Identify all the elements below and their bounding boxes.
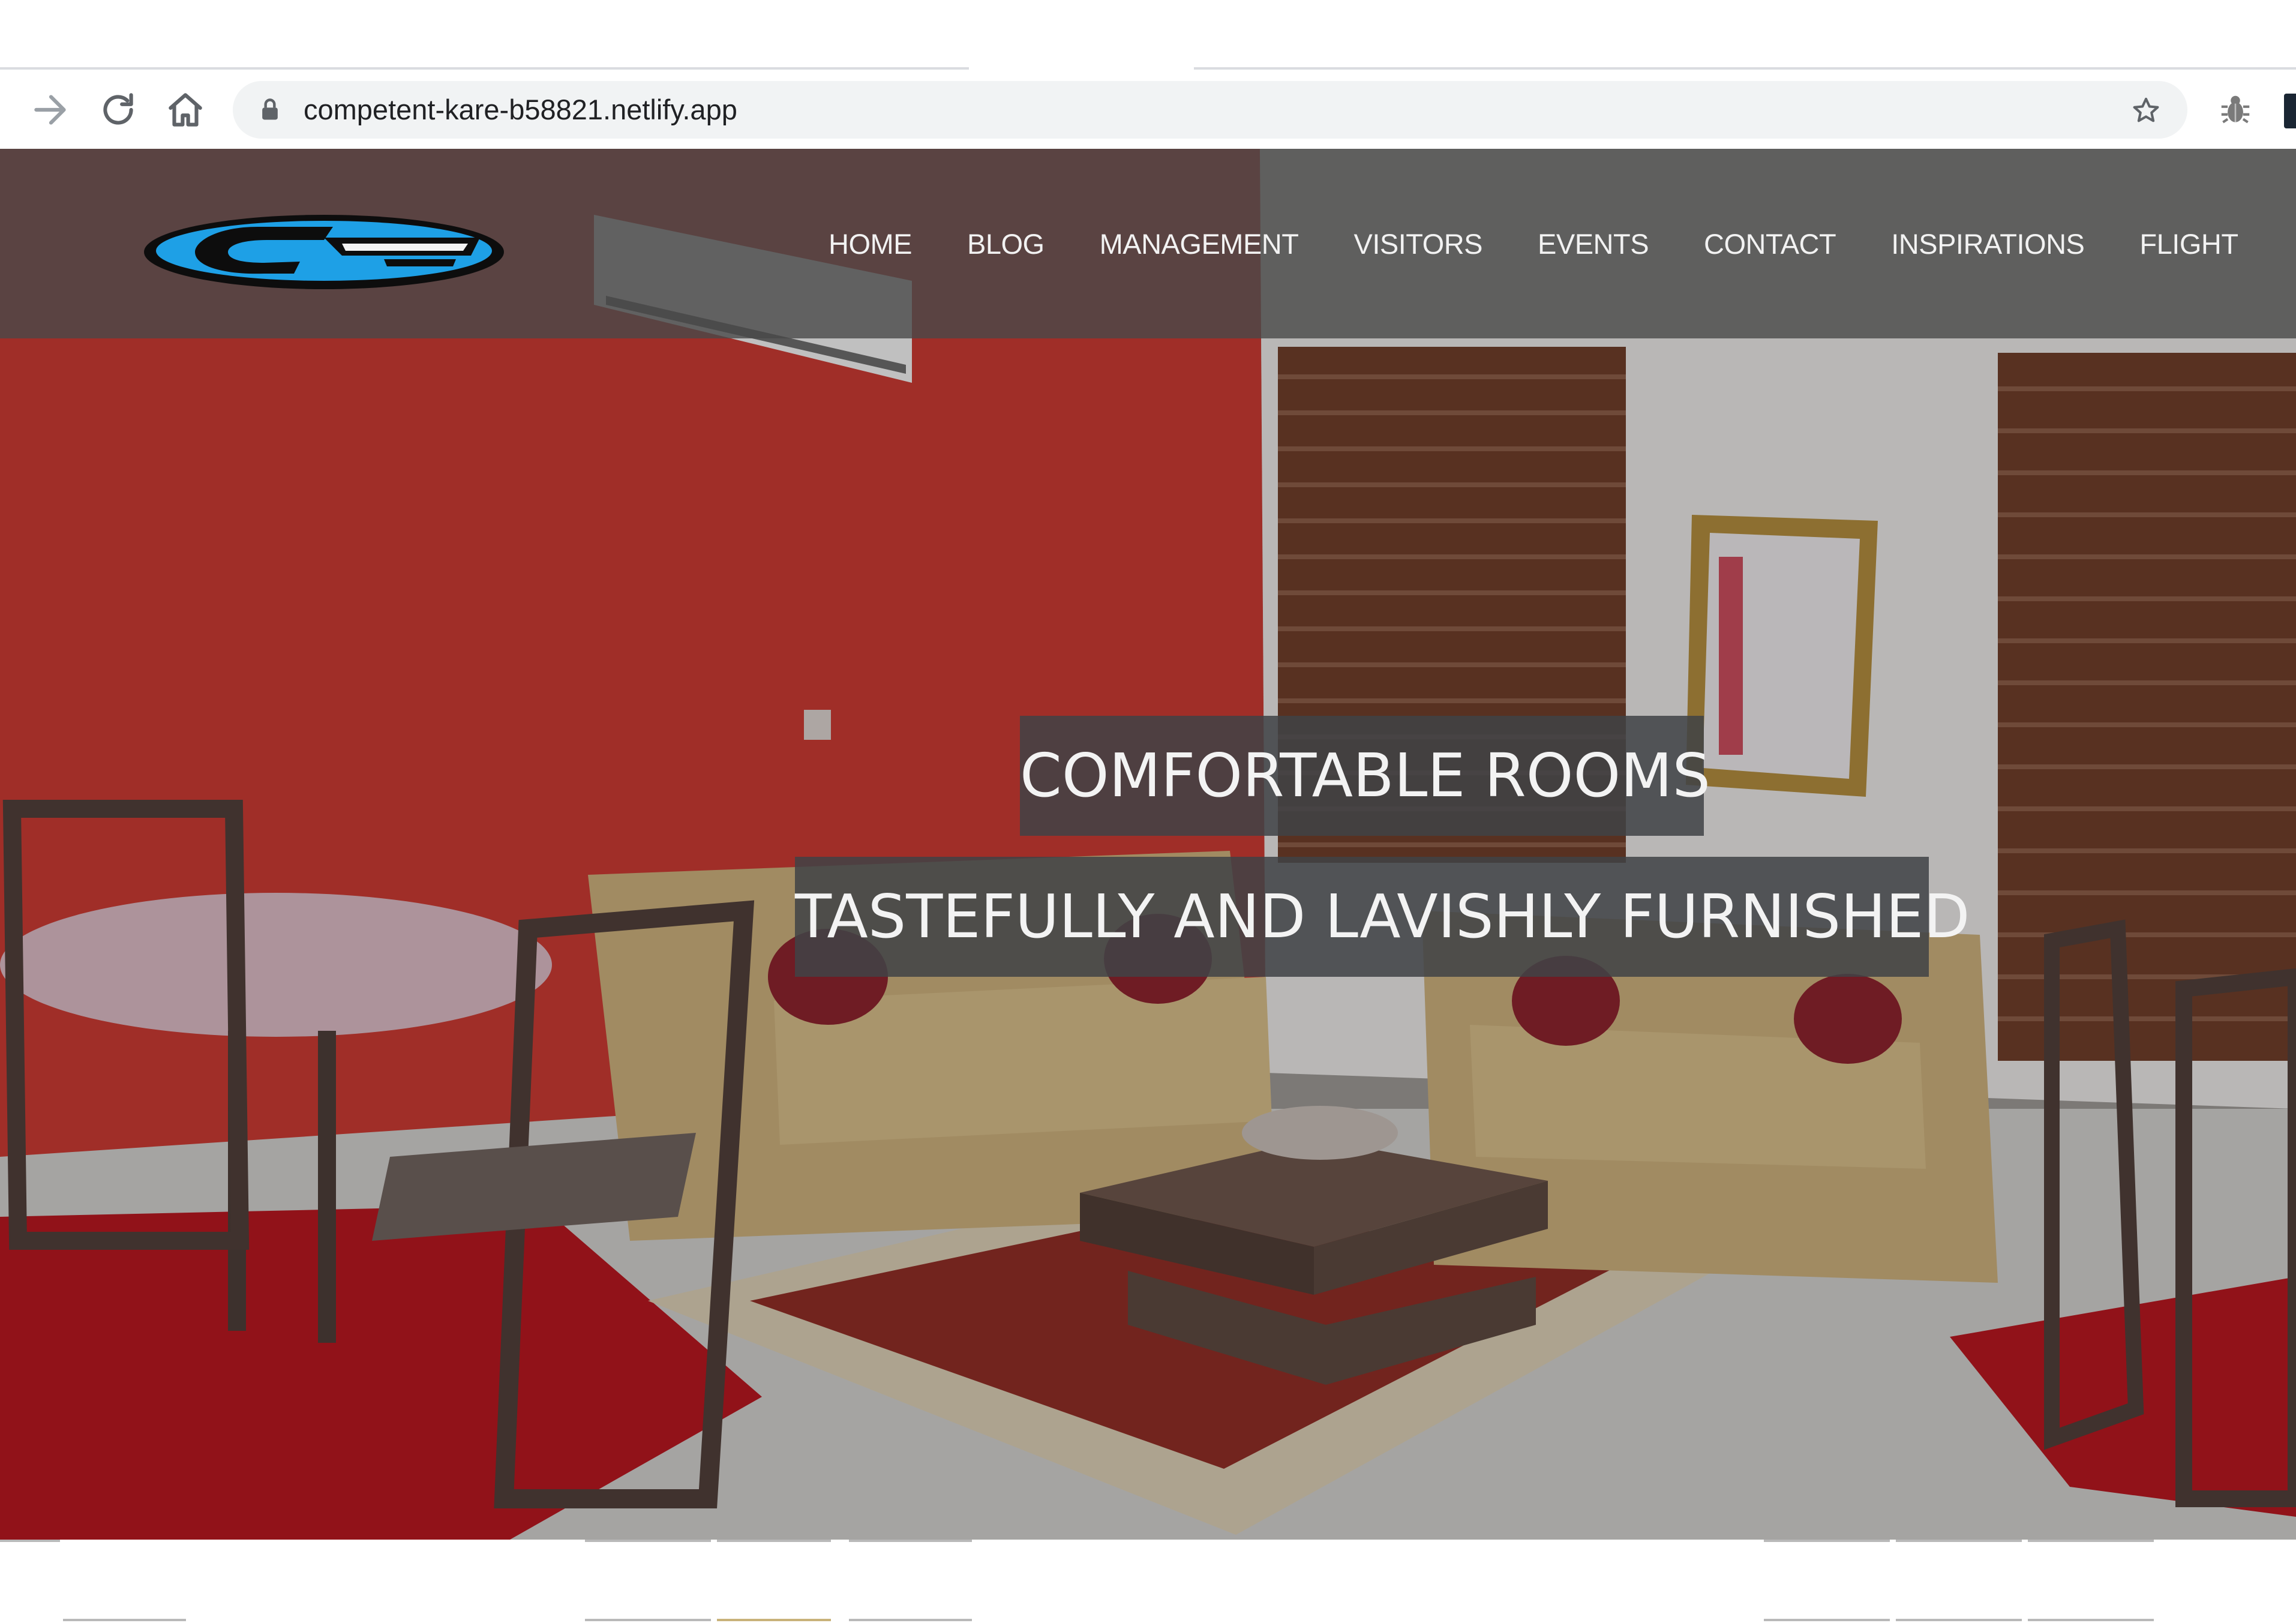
hero-overlay	[0, 149, 2296, 1540]
star-icon[interactable]	[2130, 94, 2162, 127]
nav-events[interactable]: EVENTS	[1538, 227, 1649, 260]
lock-icon[interactable]	[257, 97, 283, 123]
thumbnail-edge	[1764, 1619, 1890, 1621]
hero-caption-title: COMFORTABLE ROOMS	[1020, 716, 1710, 836]
villa-resort-logo[interactable]	[144, 209, 522, 293]
nav-flight[interactable]: FLIGHT	[2139, 227, 2238, 260]
tab-edge-right	[1194, 67, 2296, 70]
thumbnail-edge	[585, 1619, 711, 1621]
main-nav: HOME BLOG MANAGEMENT VISITORS EVENTS CON…	[829, 149, 2238, 338]
tab-strip	[0, 0, 2296, 70]
thumbnail-edge	[585, 1540, 711, 1542]
profile-icon[interactable]	[2284, 94, 2296, 128]
hero-slider: HOME BLOG MANAGEMENT VISITORS EVENTS CON…	[0, 149, 2296, 1540]
thumbnail-edge	[2028, 1540, 2154, 1542]
reload-icon[interactable]	[96, 88, 140, 132]
thumbnail-edge	[1896, 1619, 2022, 1621]
browser-window: competent-kare-b58821.netlify.app HOME B…	[0, 0, 2296, 1623]
thumbnail-edge	[1896, 1540, 2022, 1542]
nav-contact[interactable]: CONTACT	[1704, 227, 1836, 260]
home-icon[interactable]	[163, 88, 208, 132]
thumbnail-edge	[0, 1540, 60, 1542]
thumbnail-edge	[1764, 1540, 1890, 1542]
site-navbar: HOME BLOG MANAGEMENT VISITORS EVENTS CON…	[0, 149, 2296, 338]
nav-blog[interactable]: BLOG	[967, 227, 1045, 260]
thumbnail-edge	[849, 1619, 972, 1621]
address-bar[interactable]: competent-kare-b58821.netlify.app	[233, 81, 2187, 139]
url-text[interactable]: competent-kare-b58821.netlify.app	[304, 81, 737, 139]
nav-management[interactable]: MANAGEMENT	[1100, 227, 1299, 260]
thumbnail-edge	[717, 1540, 831, 1542]
thumbnail-edge	[63, 1619, 186, 1621]
nav-home[interactable]: HOME	[829, 227, 913, 260]
thumbnail-edge	[849, 1540, 972, 1542]
nav-inspirations[interactable]: INSPIRATIONS	[1891, 227, 2085, 260]
thumbnail-strip	[0, 1540, 2296, 1623]
thumbnail-edge	[2028, 1619, 2154, 1621]
nav-visitors[interactable]: VISITORS	[1353, 227, 1482, 260]
bug-icon[interactable]	[2217, 91, 2254, 128]
tab-edge-left	[0, 67, 969, 70]
browser-toolbar: competent-kare-b58821.netlify.app	[0, 71, 2296, 149]
arrow-right-icon[interactable]	[29, 88, 73, 132]
thumbnail-edge	[717, 1619, 831, 1621]
hero-caption-subtitle: TASTEFULLY AND LAVISHLY FURNISHED	[795, 857, 1970, 977]
